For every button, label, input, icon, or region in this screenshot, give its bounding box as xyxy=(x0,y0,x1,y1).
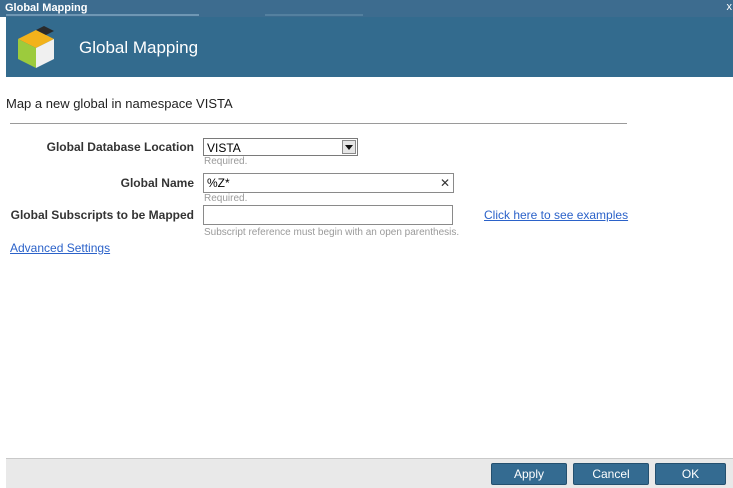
cancel-button[interactable]: Cancel xyxy=(573,463,649,485)
ok-button[interactable]: OK xyxy=(655,463,726,485)
examples-link[interactable]: Click here to see examples xyxy=(484,208,628,222)
clear-icon[interactable]: ✕ xyxy=(440,176,450,190)
cube-icon xyxy=(18,26,54,68)
dialog-body xyxy=(6,77,733,458)
name-label: Global Name xyxy=(120,176,194,190)
apply-button[interactable]: Apply xyxy=(491,463,567,485)
subscripts-input[interactable] xyxy=(203,205,453,225)
subscripts-label: Global Subscripts to be Mapped xyxy=(10,208,194,222)
chevron-down-icon[interactable] xyxy=(342,140,356,154)
advanced-settings-link[interactable]: Advanced Settings xyxy=(10,241,110,255)
location-label: Global Database Location xyxy=(46,140,194,154)
location-value: VISTA xyxy=(207,141,241,155)
form-subtitle: Map a new global in namespace VISTA xyxy=(6,96,233,111)
titlebar-accent xyxy=(265,14,363,16)
global-name-input[interactable] xyxy=(203,173,454,193)
location-hint: Required. xyxy=(204,156,248,167)
window-titlebar: Global Mapping x xyxy=(0,0,733,17)
close-icon[interactable]: x xyxy=(727,1,733,13)
dialog-header: Global Mapping xyxy=(6,17,733,77)
window-title: Global Mapping xyxy=(5,2,88,14)
divider xyxy=(10,123,627,124)
subscripts-hint: Subscript reference must begin with an o… xyxy=(204,227,460,238)
titlebar-accent xyxy=(6,14,199,16)
name-hint: Required. xyxy=(204,193,248,204)
header-title: Global Mapping xyxy=(79,38,199,57)
location-select[interactable]: VISTA xyxy=(203,138,358,156)
